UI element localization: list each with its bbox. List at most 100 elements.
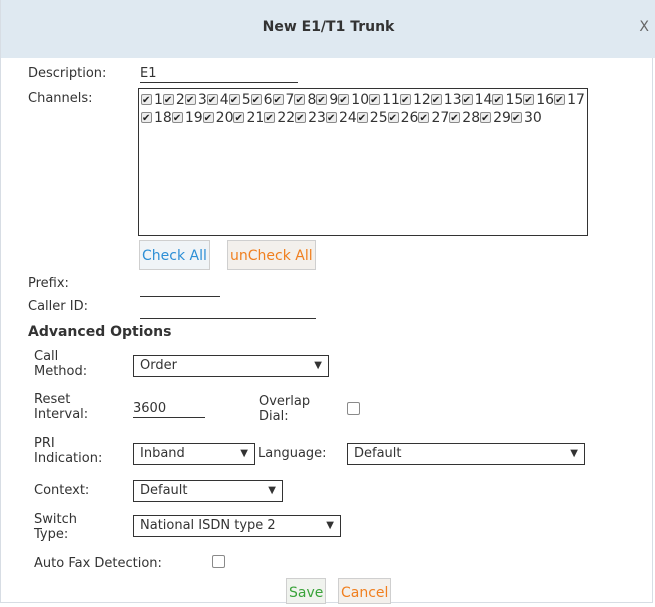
channel-checkbox[interactable] — [325, 110, 337, 128]
channel-checkbox[interactable] — [430, 92, 442, 110]
channel-checkbox[interactable] — [369, 92, 381, 110]
channel-item[interactable]: 1 — [141, 91, 163, 110]
reset-interval-value: 3600 — [133, 401, 167, 416]
call-method-label-line1: Call — [34, 349, 59, 364]
channel-checkbox[interactable] — [387, 110, 399, 128]
channel-checkbox[interactable] — [184, 92, 196, 110]
channel-item[interactable]: 18 — [141, 109, 172, 128]
pri-indication-value: Inband — [140, 446, 185, 461]
channel-checkbox[interactable] — [250, 92, 262, 110]
channel-item[interactable]: 20 — [202, 109, 234, 128]
channel-item[interactable]: 25 — [356, 109, 388, 128]
channel-label: 15 — [505, 92, 524, 108]
channel-checkbox[interactable] — [356, 110, 368, 128]
channel-checkbox[interactable] — [233, 110, 245, 128]
chevron-down-icon: ▼ — [268, 485, 276, 496]
context-value: Default — [140, 483, 188, 498]
new-trunk-dialog: New E1/T1 Trunk X Description: E1 Channe… — [0, 0, 655, 604]
channel-item[interactable]: 4 — [206, 91, 229, 110]
channel-item[interactable]: 7 — [272, 91, 295, 110]
channel-checkbox[interactable] — [295, 110, 307, 128]
channel-item[interactable]: 26 — [387, 109, 418, 128]
channel-checkbox[interactable] — [171, 110, 183, 128]
channels-label: Channels: — [28, 91, 93, 106]
reset-interval-field[interactable]: 3600 — [133, 401, 205, 418]
dialog-title: New E1/T1 Trunk — [262, 19, 395, 35]
channel-checkbox[interactable] — [399, 92, 411, 110]
overlap-dial-label: Overlap Dial: — [259, 394, 310, 424]
pri-indication-select[interactable]: Inband ▼ — [133, 443, 255, 465]
context-select[interactable]: Default ▼ — [133, 480, 283, 502]
channel-item[interactable]: 10 — [338, 91, 370, 110]
channel-checkbox[interactable] — [480, 110, 492, 128]
channel-checkbox[interactable] — [449, 110, 461, 128]
save-button[interactable]: Save — [286, 578, 327, 604]
channel-checkbox[interactable] — [554, 92, 566, 110]
channel-item[interactable]: 16 — [523, 91, 554, 110]
chevron-down-icon: ▼ — [326, 520, 334, 531]
channel-item[interactable]: 12 — [399, 91, 431, 110]
overlap-dial-label-line1: Overlap — [259, 394, 311, 409]
channel-checkbox[interactable] — [338, 92, 350, 110]
channel-label: 6 — [263, 92, 273, 108]
channel-checkbox[interactable] — [264, 110, 276, 128]
channel-item[interactable]: 24 — [325, 109, 357, 128]
language-select[interactable]: Default ▼ — [347, 443, 585, 465]
channel-item[interactable]: 8 — [294, 91, 316, 110]
channel-item[interactable]: 29 — [480, 109, 511, 128]
channel-item[interactable]: 22 — [264, 109, 295, 128]
channel-checkbox[interactable] — [294, 92, 306, 110]
auto-fax-checkbox[interactable] — [212, 555, 226, 568]
channel-item[interactable]: 30 — [510, 109, 542, 128]
check-all-button[interactable]: Check All — [139, 240, 210, 270]
channel-checkbox[interactable] — [418, 110, 430, 128]
channel-label: 7 — [285, 92, 295, 108]
channel-label: 2 — [175, 92, 185, 108]
channel-checkbox[interactable] — [272, 92, 284, 110]
channel-label: 21 — [246, 110, 265, 126]
close-button[interactable]: X — [639, 19, 649, 35]
channel-item[interactable]: 17 — [554, 91, 585, 110]
cancel-button[interactable]: Cancel — [338, 578, 392, 604]
channel-item[interactable]: 14 — [461, 91, 492, 110]
advanced-options-heading: Advanced Options — [28, 324, 172, 340]
channel-checkbox[interactable] — [202, 110, 214, 128]
switch-type-select[interactable]: National ISDN type 2 ▼ — [133, 515, 341, 537]
dialog-titlebar: New E1/T1 Trunk X — [1, 0, 655, 58]
language-label: Language: — [258, 446, 327, 461]
channel-item[interactable]: 27 — [418, 109, 449, 128]
channel-checkbox[interactable] — [228, 92, 240, 110]
channel-item[interactable]: 2 — [162, 91, 185, 110]
channel-item[interactable]: 5 — [228, 91, 251, 110]
description-field[interactable]: E1 — [140, 66, 298, 83]
channel-checkbox[interactable] — [141, 92, 152, 110]
prefix-field[interactable] — [140, 280, 220, 297]
channel-checkbox[interactable] — [510, 110, 522, 128]
channel-label: 20 — [215, 110, 234, 126]
channel-item[interactable]: 9 — [316, 91, 338, 110]
channel-item[interactable]: 3 — [184, 91, 207, 110]
channel-item[interactable]: 15 — [492, 91, 524, 110]
channel-checkbox[interactable] — [492, 92, 504, 110]
channel-checkbox[interactable] — [162, 92, 174, 110]
channel-checkbox[interactable] — [316, 92, 328, 110]
channel-item[interactable]: 19 — [171, 109, 203, 128]
channel-label: 10 — [351, 92, 370, 108]
channel-checkbox[interactable] — [461, 92, 473, 110]
channel-checkbox[interactable] — [141, 110, 152, 128]
channel-label: 23 — [308, 110, 326, 126]
callerid-field[interactable] — [140, 302, 316, 319]
channel-item[interactable]: 28 — [449, 109, 480, 128]
description-value: E1 — [140, 66, 157, 81]
auto-fax-label: Auto Fax Detection: — [34, 556, 162, 571]
channel-item[interactable]: 6 — [250, 91, 273, 110]
channel-item[interactable]: 23 — [295, 109, 326, 128]
channel-checkbox[interactable] — [523, 92, 535, 110]
overlap-dial-checkbox[interactable] — [347, 402, 360, 415]
channel-checkbox[interactable] — [206, 92, 218, 110]
channel-item[interactable]: 13 — [430, 91, 462, 110]
channel-item[interactable]: 21 — [233, 109, 265, 128]
call-method-select[interactable]: Order ▼ — [133, 355, 329, 377]
uncheck-all-button[interactable]: unCheck All — [227, 240, 316, 270]
channel-item[interactable]: 11 — [369, 91, 400, 110]
